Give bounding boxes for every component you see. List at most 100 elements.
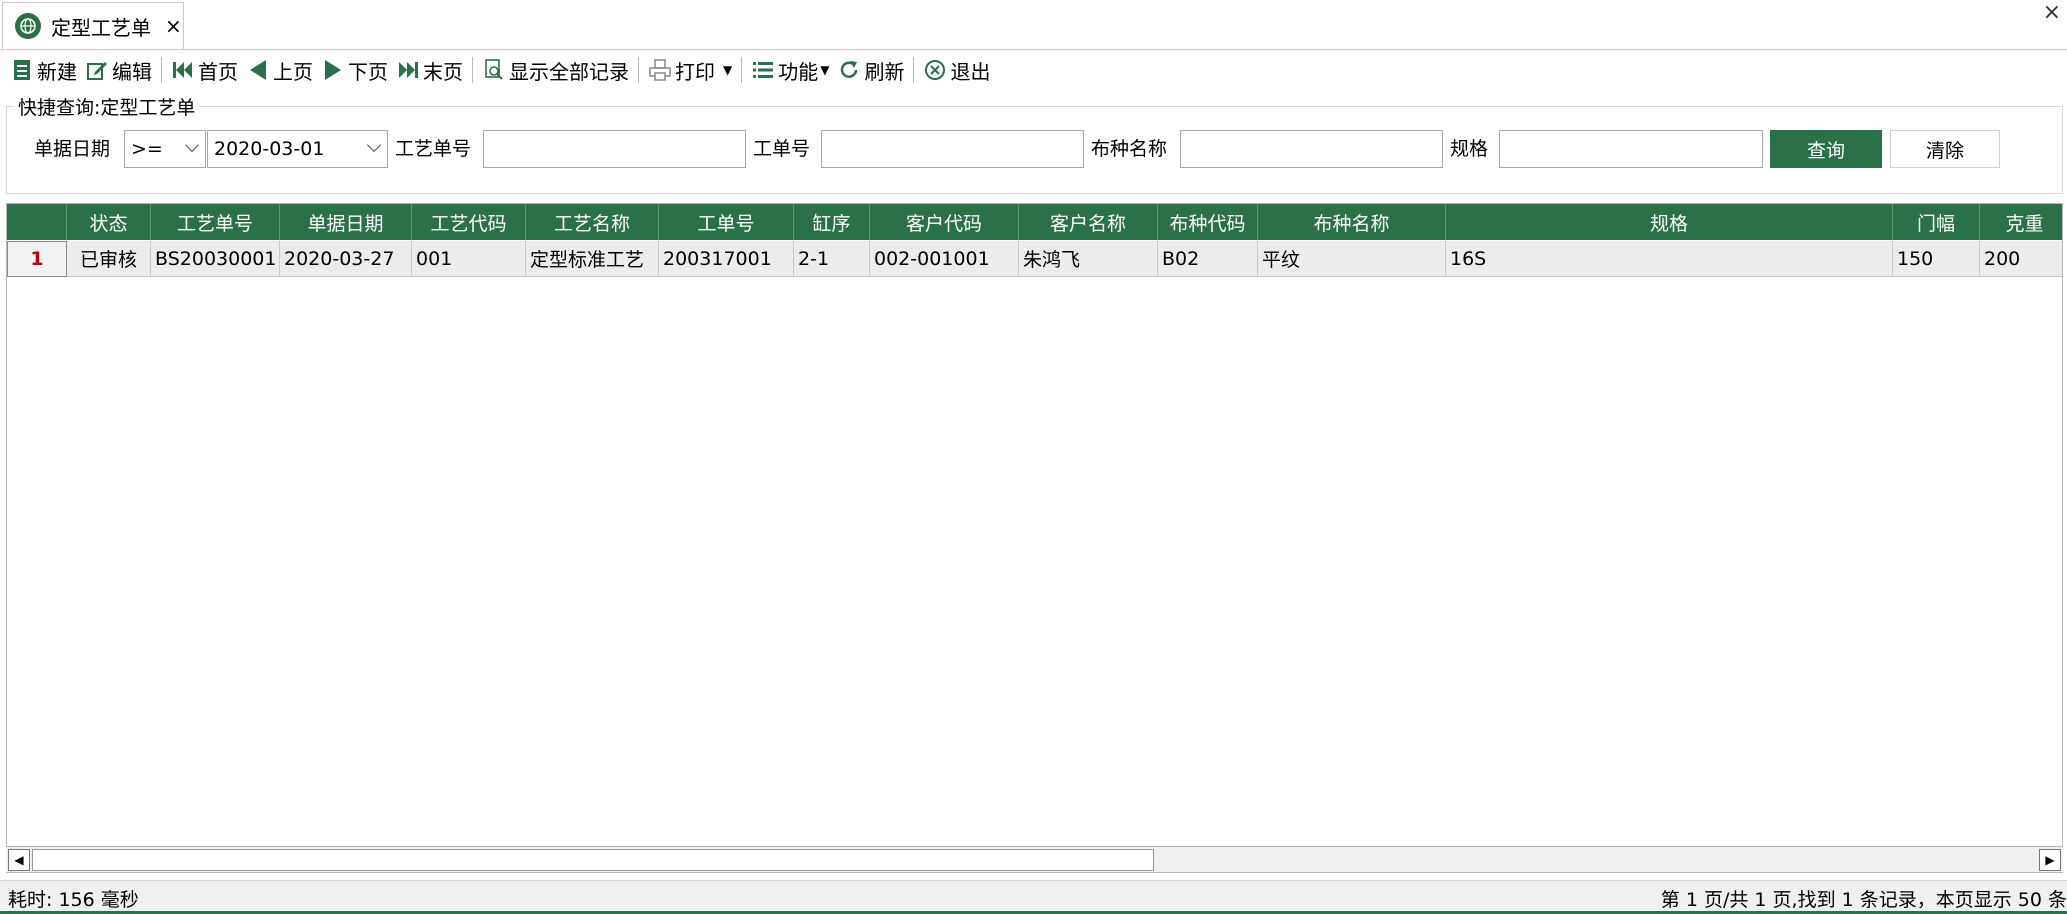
first-page-icon: [171, 58, 195, 82]
column-header[interactable]: 工艺代码: [412, 204, 526, 240]
process-no-label: 工艺单号: [395, 138, 472, 160]
last-page-label: 末页: [423, 59, 463, 84]
fabric-name-label: 布种名称: [1091, 138, 1168, 160]
last-page-button[interactable]: 末页: [392, 54, 467, 86]
elapsed-time: 耗时: 156 毫秒: [8, 889, 139, 911]
quick-search-legend: 快捷查询:定型工艺单: [14, 93, 200, 120]
toolbar-divider: [638, 57, 639, 83]
operator-select[interactable]: >=: [124, 130, 206, 168]
clear-button[interactable]: 清除: [1890, 130, 2000, 168]
spec-label: 规格: [1450, 138, 1489, 160]
refresh-label: 刷新: [864, 59, 905, 84]
chevron-down-icon: [366, 137, 382, 153]
column-header[interactable]: 规格: [1446, 204, 1893, 240]
toolbar-divider: [472, 57, 473, 83]
scroll-left-icon[interactable]: ◀: [8, 849, 30, 871]
globe-icon: [15, 13, 41, 39]
date-label: 单据日期: [34, 138, 111, 160]
cell-date: 2020-03-27: [280, 241, 412, 277]
edit-icon: [85, 58, 109, 82]
spec-input[interactable]: [1499, 130, 1763, 168]
cell-process-name: 定型标准工艺: [526, 241, 659, 277]
row-number-header: [7, 204, 67, 240]
paging-info: 第 1 页/共 1 页,找到 1 条记录，本页显示 50 条: [1660, 889, 2067, 911]
cell-vat-seq: 2-1: [794, 241, 870, 277]
date-value: 2020-03-01: [214, 138, 325, 160]
cell-customer-code: 002-001001: [870, 241, 1019, 277]
column-header[interactable]: 客户代码: [870, 204, 1019, 240]
process-no-input[interactable]: [483, 130, 746, 168]
next-page-label: 下页: [348, 59, 388, 84]
first-page-label: 首页: [198, 59, 238, 84]
cell-fabric-code: B02: [1158, 241, 1258, 277]
row-number: 1: [7, 241, 67, 277]
toolbar: 新建 编辑 首页 上页 下页 末页 显示全部记录 打印 ▼ 功能 ▼ 刷新 退出: [0, 52, 2067, 88]
next-page-icon: [321, 58, 345, 82]
column-header[interactable]: 工艺名称: [526, 204, 659, 240]
show-all-button[interactable]: 显示全部记录: [478, 54, 633, 86]
scrollbar-thumb[interactable]: [32, 849, 1154, 871]
fabric-name-input[interactable]: [1180, 130, 1443, 168]
column-header[interactable]: 状态: [67, 204, 151, 240]
dropdown-caret-icon: ▼: [820, 63, 830, 77]
printer-icon: [648, 58, 672, 82]
tab-process-sheet[interactable]: 定型工艺单 ×: [2, 2, 184, 49]
cell-process-no: BS20030001: [151, 241, 280, 277]
next-page-button[interactable]: 下页: [317, 54, 392, 86]
first-page-button[interactable]: 首页: [167, 54, 242, 86]
print-button[interactable]: 打印 ▼: [644, 54, 736, 86]
cell-weight: 200: [1980, 241, 2062, 277]
cell-work-order: 200317001: [659, 241, 794, 277]
cell-spec: 16S: [1446, 241, 1893, 277]
prev-page-button[interactable]: 上页: [242, 54, 317, 86]
cell-fabric-name: 平纹: [1258, 241, 1446, 277]
dropdown-caret-icon: ▼: [723, 63, 733, 77]
horizontal-scrollbar[interactable]: ◀ ▶: [6, 846, 2063, 872]
column-header[interactable]: 门幅: [1893, 204, 1980, 240]
data-grid: 状态 工艺单号 单据日期 工艺代码 工艺名称 工单号 缸序 客户代码 客户名称 …: [6, 203, 2063, 873]
grid-header: 状态 工艺单号 单据日期 工艺代码 工艺名称 工单号 缸序 客户代码 客户名称 …: [7, 204, 2062, 240]
column-header[interactable]: 单据日期: [280, 204, 412, 240]
refresh-icon: [837, 58, 861, 82]
date-picker[interactable]: 2020-03-01: [207, 130, 388, 168]
cell-status: 已审核: [67, 241, 151, 277]
new-button[interactable]: 新建: [6, 54, 81, 86]
prev-page-label: 上页: [273, 59, 313, 84]
tab-label: 定型工艺单: [51, 15, 151, 40]
chevron-down-icon: [184, 137, 200, 153]
exit-button[interactable]: 退出: [919, 54, 994, 86]
new-doc-icon: [10, 58, 34, 82]
work-order-input[interactable]: [821, 130, 1084, 168]
query-button[interactable]: 查询: [1770, 130, 1882, 168]
functions-button[interactable]: 功能 ▼: [747, 54, 833, 86]
refresh-button[interactable]: 刷新: [833, 54, 908, 86]
list-icon: [751, 58, 775, 82]
last-page-icon: [396, 58, 420, 82]
column-header[interactable]: 克重: [1980, 204, 2062, 240]
column-header[interactable]: 工单号: [659, 204, 794, 240]
column-header[interactable]: 客户名称: [1019, 204, 1158, 240]
table-row[interactable]: 1 已审核 BS20030001 2020-03-27 001 定型标准工艺 2…: [7, 241, 2062, 277]
status-bar: 耗时: 156 毫秒 第 1 页/共 1 页,找到 1 条记录，本页显示 50 …: [0, 880, 2067, 914]
column-header[interactable]: 布种代码: [1158, 204, 1258, 240]
toolbar-divider: [741, 57, 743, 83]
column-header[interactable]: 缸序: [794, 204, 870, 240]
edit-label: 编辑: [112, 59, 152, 84]
scroll-right-icon[interactable]: ▶: [2039, 849, 2061, 871]
operator-value: >=: [131, 138, 163, 160]
work-order-label: 工单号: [753, 138, 811, 160]
tab-close-icon[interactable]: ×: [165, 14, 182, 38]
search-doc-icon: [482, 58, 506, 82]
print-label: 打印: [675, 59, 715, 84]
toolbar-divider: [913, 57, 915, 83]
window-close-icon[interactable]: ×: [2043, 0, 2061, 25]
prev-page-icon: [246, 58, 270, 82]
tab-strip: 定型工艺单 × ×: [0, 0, 2067, 50]
toolbar-divider: [161, 57, 162, 83]
column-header[interactable]: 布种名称: [1258, 204, 1446, 240]
show-all-label: 显示全部记录: [509, 59, 629, 84]
cell-process-code: 001: [412, 241, 526, 277]
edit-button[interactable]: 编辑: [81, 54, 156, 86]
close-circle-icon: [923, 58, 947, 82]
column-header[interactable]: 工艺单号: [151, 204, 280, 240]
